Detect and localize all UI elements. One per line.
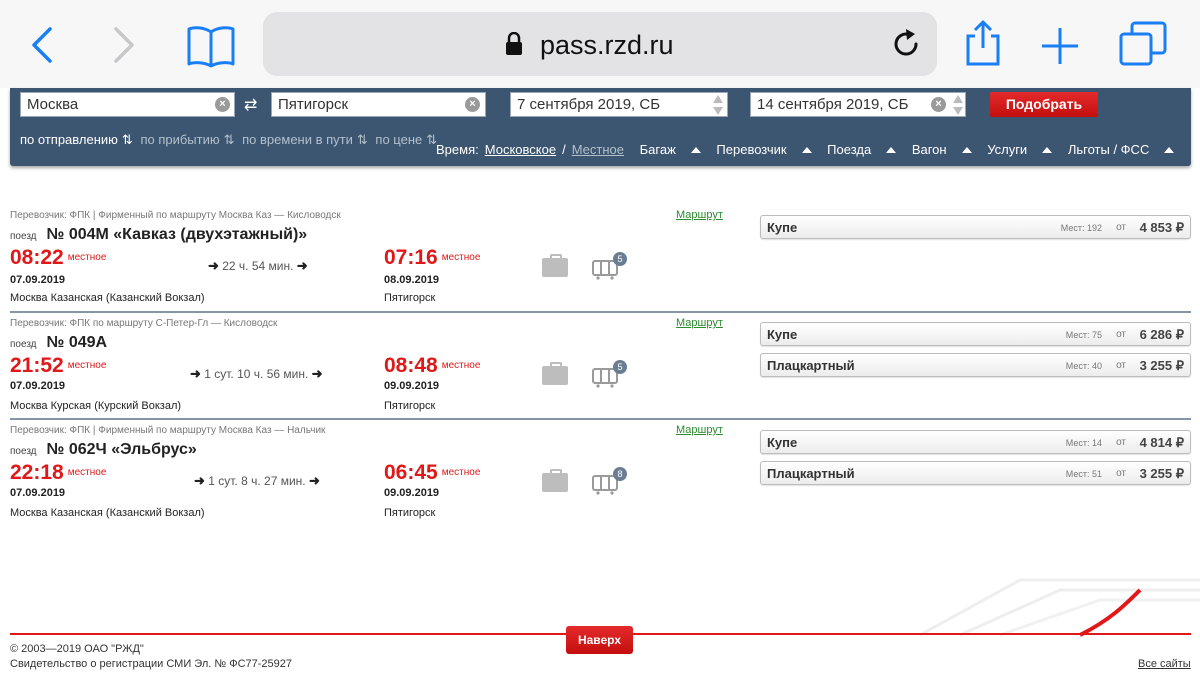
arrival-date: 08.09.2019 — [384, 274, 440, 286]
train-number-row: поезд № 004М «Кавказ (двухэтажный)» — [10, 226, 307, 244]
arrow-icon: ➜ — [296, 258, 308, 273]
arrow-icon: ➜ — [311, 366, 323, 381]
train-label: поезд — [10, 339, 37, 350]
arrow-icon: ➜ — [208, 258, 219, 273]
train-number[interactable]: № 004М «Кавказ (двухэтажный)» — [47, 226, 308, 243]
arrival-station: Пятигорск — [384, 507, 436, 519]
arrival-station: Пятигорск — [384, 400, 436, 412]
all-sites-link[interactable]: Все сайты — [1138, 658, 1191, 670]
arrival-time: 07:16 местное — [384, 246, 481, 269]
from-station-input[interactable]: Москва — [20, 92, 235, 117]
arrival-station: Пятигорск — [384, 292, 436, 304]
seat-class-option[interactable]: Купе Мест: 75 от 6 286 ₽ — [760, 322, 1191, 346]
sort-icon: ⇅ — [356, 132, 368, 147]
train-number-row: поезд № 062Ч «Эльбрус» — [10, 441, 197, 459]
bookmarks-icon[interactable] — [186, 24, 236, 68]
arrow-icon: ➜ — [190, 366, 201, 381]
tabs-icon[interactable] — [1118, 20, 1168, 68]
clear-from-icon[interactable]: × — [215, 97, 230, 112]
sort-price[interactable]: по цене — [375, 132, 422, 147]
sort-icon: ⇅ — [223, 132, 235, 147]
departure-time: 22:18 местное — [10, 461, 107, 484]
arrow-icon: ➜ — [194, 473, 205, 488]
route-link[interactable]: Маршрут — [676, 317, 723, 329]
filter-services[interactable]: Услуги — [987, 142, 1053, 157]
reload-icon[interactable] — [890, 28, 922, 60]
departure-station: Москва Казанская (Казанский Вокзал) — [10, 507, 205, 519]
time-separator: / — [562, 142, 566, 157]
lock-icon — [505, 31, 523, 61]
filter-trains[interactable]: Поезда — [827, 142, 897, 157]
arrow-icon: ➜ — [308, 473, 320, 488]
date-stepper-icon[interactable] — [712, 94, 724, 116]
scroll-to-top-button[interactable]: Наверх — [566, 626, 633, 654]
decorative-swoosh — [919, 578, 1200, 637]
filter-carrier[interactable]: Перевозчик — [716, 142, 812, 157]
divider — [10, 418, 1191, 420]
departure-station: Москва Казанская (Казанский Вокзал) — [10, 292, 205, 304]
train-label: поезд — [10, 446, 37, 457]
forward-icon[interactable] — [112, 26, 136, 64]
seat-class-option[interactable]: Плацкартный Мест: 51 от 3 255 ₽ — [760, 461, 1191, 485]
travel-duration: ➜ 1 сут. 8 ч. 27 мин. ➜ — [194, 473, 320, 488]
departure-date: 07.09.2019 — [10, 487, 66, 499]
carrier-info: Перевозчик: ФПК по маршруту С-Петер-Гл —… — [10, 318, 278, 329]
sort-icon: ⇅ — [121, 132, 133, 147]
clear-return-date-icon[interactable]: × — [931, 97, 946, 112]
train-number-row: поезд № 049А — [10, 334, 107, 352]
sort-arrival[interactable]: по прибытию — [140, 132, 219, 147]
divider — [10, 311, 1191, 313]
to-station-input[interactable]: Пятигорск — [271, 92, 486, 117]
arrival-time: 08:48 местное — [384, 354, 481, 377]
carrier-info: Перевозчик: ФПК | Фирменный по маршруту … — [10, 210, 341, 221]
seat-class-option[interactable]: Купе Мест: 192 от 4 853 ₽ — [760, 215, 1191, 239]
departure-date: 07.09.2019 — [10, 380, 66, 392]
carrier-info: Перевозчик: ФПК | Фирменный по маршруту … — [10, 425, 326, 436]
arrival-date: 09.09.2019 — [384, 380, 440, 392]
clear-to-icon[interactable]: × — [465, 97, 480, 112]
baggage-icon[interactable] — [542, 254, 568, 277]
departure-station: Москва Курская (Курский Вокзал) — [10, 400, 182, 412]
browser-toolbar: pass.rzd.ru — [0, 0, 1200, 88]
seat-class-option[interactable]: Плацкартный Мест: 40 от 3 255 ₽ — [760, 353, 1191, 377]
baggage-icon[interactable] — [542, 362, 568, 385]
route-link[interactable]: Маршрут — [676, 209, 723, 221]
sort-departure[interactable]: по отправлению — [20, 132, 118, 147]
departure-time: 08:22 местное — [10, 246, 107, 269]
share-icon[interactable] — [963, 18, 1003, 66]
arrival-time: 06:45 местное — [384, 461, 481, 484]
baggage-icon[interactable] — [542, 469, 568, 492]
route-link[interactable]: Маршрут — [676, 424, 723, 436]
train-number[interactable]: № 049А — [47, 334, 108, 351]
departure-date-input[interactable]: 7 сентября 2019, СБ — [510, 92, 728, 117]
sort-duration[interactable]: по времени в пути — [242, 132, 353, 147]
filter-wagon[interactable]: Вагон — [912, 142, 972, 157]
return-date-stepper-icon[interactable] — [952, 94, 964, 116]
arrival-date: 09.09.2019 — [384, 487, 440, 499]
travel-duration: ➜ 22 ч. 54 мин. ➜ — [208, 258, 308, 273]
wagon-count-badge: 5 — [613, 360, 627, 374]
train-label: поезд — [10, 231, 37, 242]
time-moscow-link[interactable]: Московское — [485, 142, 556, 157]
url-text[interactable]: pass.rzd.ru — [540, 30, 674, 61]
wagon-count-badge: 5 — [613, 252, 627, 266]
time-label: Время: — [436, 142, 479, 157]
swap-stations-icon[interactable]: ⇄ — [244, 95, 257, 115]
departure-date: 07.09.2019 — [10, 274, 66, 286]
train-number[interactable]: № 062Ч «Эльбрус» — [47, 441, 197, 458]
travel-duration: ➜ 1 сут. 10 ч. 56 мин. ➜ — [190, 366, 323, 381]
new-tab-icon[interactable] — [1040, 26, 1080, 66]
find-button[interactable]: Подобрать — [990, 92, 1098, 117]
sort-options: по отправлению ⇅ по прибытию ⇅ по времени … — [20, 132, 441, 148]
back-icon[interactable] — [30, 26, 54, 64]
seat-class-option[interactable]: Купе Мест: 14 от 4 814 ₽ — [760, 430, 1191, 454]
departure-time: 21:52 местное — [10, 354, 107, 377]
copyright: © 2003—2019 ОАО "РЖД" — [10, 643, 144, 655]
filter-benefits[interactable]: Льготы / ФСС — [1068, 142, 1175, 157]
filter-baggage[interactable]: Багаж — [640, 142, 701, 157]
time-local-link[interactable]: Местное — [572, 142, 624, 157]
wagon-count-badge: 8 — [613, 467, 627, 481]
registration-info: Свидетельство о регистрации СМИ Эл. № ФС… — [10, 658, 293, 670]
filter-options: Время: Московское / Местное Багаж Перевозчи… — [436, 142, 1186, 157]
